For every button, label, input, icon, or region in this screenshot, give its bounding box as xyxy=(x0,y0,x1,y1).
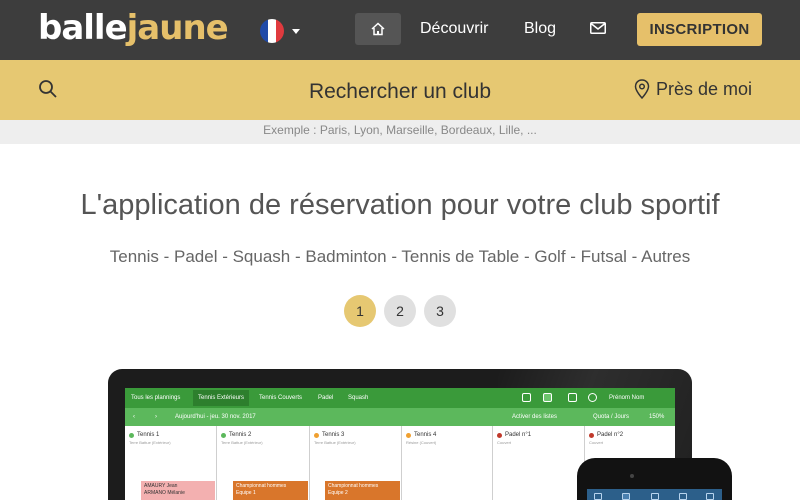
carousel-pagination: 1 2 3 xyxy=(344,295,464,327)
court-surface: Terre Battue (Extérieur) xyxy=(129,440,171,445)
home-button[interactable] xyxy=(355,13,401,45)
app-next-icon: › xyxy=(155,414,157,420)
court-status-dot xyxy=(221,432,226,438)
logo[interactable]: ballejaune xyxy=(38,8,229,48)
court-status-dot xyxy=(406,432,411,438)
booking-slot: AMAURY Jean ARMANO Mélanie xyxy=(141,481,215,500)
court-surface: Terre Battue (Extérieur) xyxy=(221,440,263,445)
app-home-icon xyxy=(522,393,531,402)
court-status-dot xyxy=(314,432,319,438)
app-tab-outdoor: Tennis Extérieurs xyxy=(193,390,250,406)
court-status-dot xyxy=(497,432,502,438)
map-pin-icon xyxy=(634,79,650,99)
app-prev-icon: ‹ xyxy=(133,414,135,420)
app-quota: Quota / Jours xyxy=(593,414,630,420)
court-status-dot xyxy=(589,432,594,438)
signup-button[interactable]: INSCRIPTION xyxy=(637,13,762,46)
app-settings-icon xyxy=(588,393,597,402)
nav-link-blog[interactable]: Blog xyxy=(524,19,556,39)
app-zoom: 150% xyxy=(649,414,665,420)
app-tab-indoor: Tennis Couverts xyxy=(259,395,303,401)
booking-slot: Championnat hommes Equipe 2 xyxy=(325,481,400,500)
language-selector[interactable] xyxy=(260,18,305,44)
app-date: Aujourd'hui - jeu. 30 nov. 2017 xyxy=(175,414,256,420)
booking-slot: Championnat hommes Equipe 1 xyxy=(233,481,308,500)
app-message-icon xyxy=(568,393,577,402)
phone-app-icon xyxy=(594,493,602,500)
phone-app-icon xyxy=(622,493,630,500)
page-title: L'application de réservation pour votre … xyxy=(80,189,720,221)
sports-list: Tennis - Padel - Squash - Badminton - Te… xyxy=(109,247,691,266)
logo-part-yellow: jaune xyxy=(126,8,229,48)
phone-camera xyxy=(630,474,634,478)
phone-app-icon xyxy=(651,493,659,500)
court-column: Tennis 4 Résine (Couvert) xyxy=(402,426,493,500)
app-tab-all: Tous les plannings xyxy=(131,395,181,401)
carousel-page-1[interactable]: 1 xyxy=(344,295,376,327)
court-name: Tennis 4 xyxy=(414,432,437,438)
near-me-label: Près de moi xyxy=(656,79,753,99)
court-name: Tennis 2 xyxy=(229,432,252,438)
french-flag-icon xyxy=(260,19,284,43)
court-surface: Résine (Couvert) xyxy=(406,440,437,445)
court-name: Tennis 1 xyxy=(137,432,160,438)
court-status-dot xyxy=(129,432,134,438)
app-tab-padel: Padel xyxy=(318,395,334,401)
chevron-down-icon xyxy=(292,28,300,34)
search-example-text: Exemple : Paris, Lyon, Marseille, Bordea… xyxy=(263,123,537,137)
app-tab-squash: Squash xyxy=(348,395,369,401)
court-surface: Couvert xyxy=(589,440,604,445)
court-column: Padel n°1 Couvert xyxy=(493,426,585,500)
app-calendar-icon xyxy=(543,393,552,402)
app-tabs-bar: Tous les plannings Tennis Extérieurs Ten… xyxy=(125,388,675,408)
court-surface: Couvert xyxy=(497,440,512,445)
court-name: Tennis 3 xyxy=(322,432,345,438)
court-surface: Terre Battue (Extérieur) xyxy=(314,440,356,445)
app-user-name: Prénom Nom xyxy=(609,395,645,401)
phone-app-icon xyxy=(706,493,714,500)
near-me-button[interactable]: Près de moi xyxy=(634,78,752,100)
logo-part-white: balle xyxy=(38,8,128,48)
home-icon xyxy=(371,22,385,36)
carousel-page-3[interactable]: 3 xyxy=(424,295,456,327)
nav-link-discover[interactable]: Découvrir xyxy=(420,19,488,39)
carousel-page-2[interactable]: 2 xyxy=(384,295,416,327)
court-name: Padel n°2 xyxy=(597,432,624,438)
phone-app-icon xyxy=(679,493,687,500)
mail-icon[interactable] xyxy=(590,22,606,34)
app-lists-toggle: Activer des listes xyxy=(512,414,558,420)
court-name: Padel n°1 xyxy=(505,432,532,438)
app-date-bar: ‹ › Aujourd'hui - jeu. 30 nov. 2017 Acti… xyxy=(125,408,675,426)
